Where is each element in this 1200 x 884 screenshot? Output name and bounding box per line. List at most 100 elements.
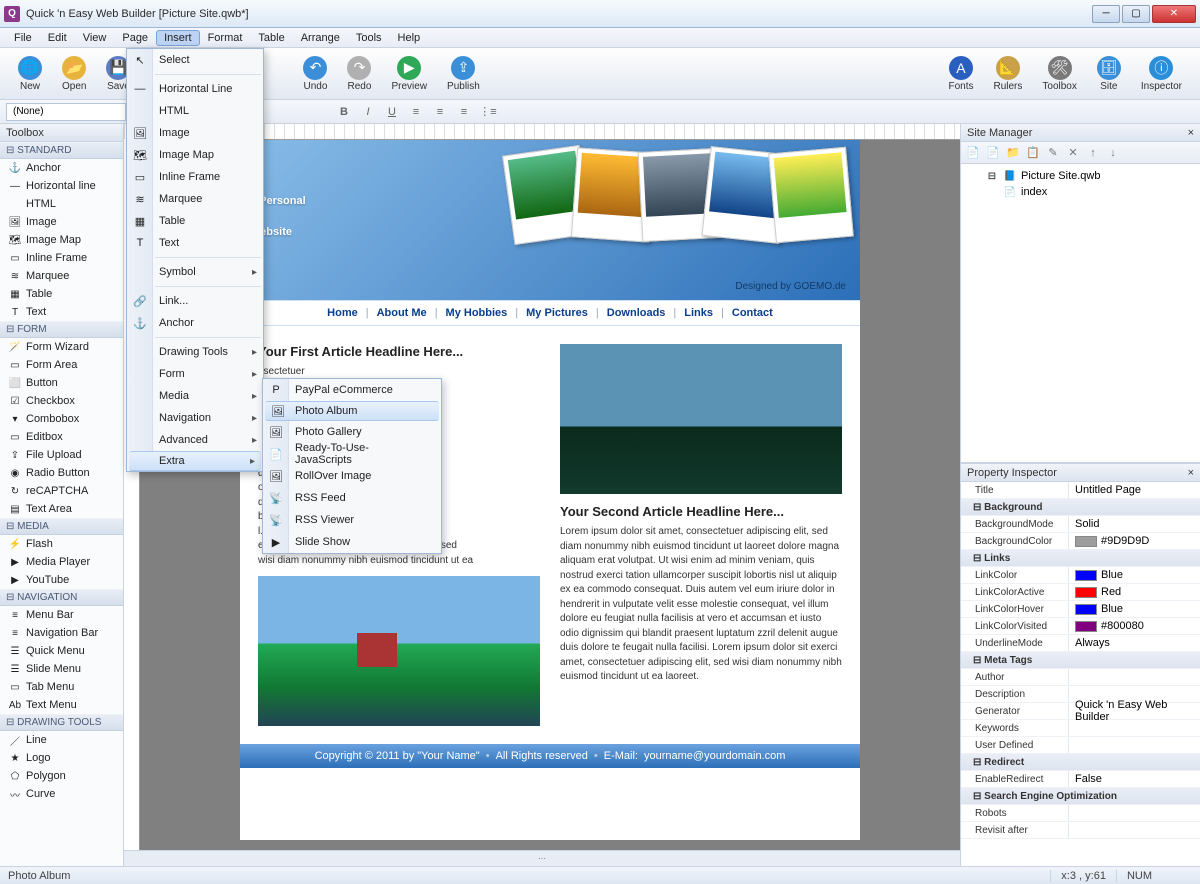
extra-menu-slide-show[interactable]: ▶Slide Show — [263, 531, 441, 553]
insert-menu-dropdown[interactable]: ↖Select—Horizontal LineHTML🖼Image🗺Image … — [126, 48, 264, 472]
prop-author[interactable]: Author — [961, 669, 1200, 686]
toolbox-item-line[interactable]: ／Line — [0, 731, 123, 749]
prop-user defined[interactable]: User Defined — [961, 737, 1200, 754]
insert-menu-media[interactable]: Media — [127, 385, 263, 407]
toolbar-undo[interactable]: ↶Undo — [295, 54, 335, 94]
toolbar-rulers[interactable]: 📐Rulers — [985, 54, 1030, 94]
folder-icon[interactable]: 📁 — [1005, 145, 1021, 161]
toolbox-item-form-wizard[interactable]: 🪄Form Wizard — [0, 338, 123, 356]
menu-page[interactable]: Page — [114, 30, 156, 46]
maximize-button[interactable]: ▢ — [1122, 5, 1150, 23]
extra-menu-paypal-ecommerce[interactable]: PPayPal eCommerce — [263, 379, 441, 401]
prop-category-links[interactable]: ⊟ Links — [961, 550, 1200, 567]
toolbox-item-marquee[interactable]: ≋Marquee — [0, 267, 123, 285]
toolbox-item-navigation-bar[interactable]: ≡Navigation Bar — [0, 624, 123, 642]
new-page-icon[interactable]: 📄 — [965, 145, 981, 161]
prop-linkcoloractive[interactable]: LinkColorActiveRed — [961, 584, 1200, 601]
horizontal-scrollbar[interactable]: ⋯ — [124, 850, 960, 866]
style-combo[interactable]: (None) — [6, 103, 126, 121]
panel-close-icon[interactable]: × — [1188, 127, 1194, 139]
insert-menu-link---[interactable]: 🔗Link... — [127, 290, 263, 312]
prop-category-search-engine-optimization[interactable]: ⊟ Search Engine Optimization — [961, 788, 1200, 805]
nav-home[interactable]: Home — [327, 307, 358, 319]
insert-menu-anchor[interactable]: ⚓Anchor — [127, 312, 263, 334]
menu-insert[interactable]: Insert — [156, 30, 200, 46]
toolbar-site[interactable]: 🗄Site — [1089, 54, 1129, 94]
toolbox-item-editbox[interactable]: ▭Editbox — [0, 428, 123, 446]
align-center-button[interactable]: ≡ — [430, 103, 450, 121]
toolbox-item-image[interactable]: 🖼Image — [0, 213, 123, 231]
up-icon[interactable]: ↑ — [1085, 145, 1101, 161]
extra-menu-rss-feed[interactable]: 📡RSS Feed — [263, 487, 441, 509]
prop-robots[interactable]: Robots — [961, 805, 1200, 822]
toolbox-item-anchor[interactable]: ⚓Anchor — [0, 159, 123, 177]
toolbox-item-horizontal-line[interactable]: —Horizontal line — [0, 177, 123, 195]
toolbox-item-logo[interactable]: ★Logo — [0, 749, 123, 767]
toolbar-open[interactable]: 📂Open — [54, 54, 94, 94]
toolbox-group-media[interactable]: ⊟ MEDIA — [0, 518, 123, 535]
insert-menu-drawing-tools[interactable]: Drawing Tools — [127, 341, 263, 363]
menu-file[interactable]: File — [6, 30, 40, 46]
toolbox-item-tab-menu[interactable]: ▭Tab Menu — [0, 678, 123, 696]
toolbar-inspector[interactable]: ⓘInspector — [1133, 54, 1190, 94]
toolbox-item-file-upload[interactable]: ⇪File Upload — [0, 446, 123, 464]
toolbox-item-quick-menu[interactable]: ☰Quick Menu — [0, 642, 123, 660]
insert-menu-select[interactable]: ↖Select — [127, 49, 263, 71]
minus-icon[interactable]: ⊟ — [985, 169, 999, 183]
prop-category-redirect[interactable]: ⊟ Redirect — [961, 754, 1200, 771]
menu-help[interactable]: Help — [390, 30, 429, 46]
tree-page[interactable]: 📄 index — [967, 184, 1194, 200]
prop-generator[interactable]: GeneratorQuick 'n Easy Web Builder — [961, 703, 1200, 720]
italic-button[interactable]: I — [358, 103, 378, 121]
extra-menu-photo-gallery[interactable]: 🖼Photo Gallery — [263, 421, 441, 443]
prop-category-meta-tags[interactable]: ⊟ Meta Tags — [961, 652, 1200, 669]
toolbox-item-form-area[interactable]: ▭Form Area — [0, 356, 123, 374]
toolbox-item-youtube[interactable]: ▶YouTube — [0, 571, 123, 589]
insert-extra-submenu[interactable]: PPayPal eCommerce🖼Photo Album🖼Photo Gall… — [262, 378, 442, 554]
tree-root[interactable]: ⊟ 📘 Picture Site.qwb — [967, 168, 1194, 184]
clone-page-icon[interactable]: 📄 — [985, 145, 1001, 161]
prop-linkcolor[interactable]: LinkColorBlue — [961, 567, 1200, 584]
toolbox-item-recaptcha[interactable]: ↻reCAPTCHA — [0, 482, 123, 500]
toolbox-item-slide-menu[interactable]: ☰Slide Menu — [0, 660, 123, 678]
list-button[interactable]: ⋮≡ — [478, 103, 498, 121]
nav-contact[interactable]: Contact — [732, 307, 773, 319]
toolbox-item-menu-bar[interactable]: ≡Menu Bar — [0, 606, 123, 624]
toolbar-preview[interactable]: ▶Preview — [383, 54, 435, 94]
edit-icon[interactable]: ✎ — [1045, 145, 1061, 161]
insert-menu-advanced[interactable]: Advanced — [127, 429, 263, 451]
prop-backgroundmode[interactable]: BackgroundModeSolid — [961, 516, 1200, 533]
insert-menu-text[interactable]: TText — [127, 232, 263, 254]
nav-downloads[interactable]: Downloads — [607, 307, 666, 319]
toolbox-group-standard[interactable]: ⊟ STANDARD — [0, 142, 123, 159]
toolbox-item-polygon[interactable]: ⬠Polygon — [0, 767, 123, 785]
insert-menu-symbol[interactable]: Symbol — [127, 261, 263, 283]
nav-about-me[interactable]: About Me — [377, 307, 427, 319]
minimize-button[interactable]: ─ — [1092, 5, 1120, 23]
down-icon[interactable]: ↓ — [1105, 145, 1121, 161]
toolbox-group-navigation[interactable]: ⊟ NAVIGATION — [0, 589, 123, 606]
extra-menu-rollover-image[interactable]: 🖼RollOver Image — [263, 465, 441, 487]
underline-button[interactable]: U — [382, 103, 402, 121]
toolbox-item-text-menu[interactable]: AbText Menu — [0, 696, 123, 714]
toolbox-group-form[interactable]: ⊟ FORM — [0, 321, 123, 338]
menu-arrange[interactable]: Arrange — [293, 30, 348, 46]
nav-links[interactable]: Links — [684, 307, 713, 319]
extra-menu-photo-album[interactable]: 🖼Photo Album — [265, 401, 439, 421]
align-right-button[interactable]: ≡ — [454, 103, 474, 121]
nav-my-pictures[interactable]: My Pictures — [526, 307, 588, 319]
toolbox-item-flash[interactable]: ⚡Flash — [0, 535, 123, 553]
insert-menu-html[interactable]: HTML — [127, 100, 263, 122]
toolbox-item-radio-button[interactable]: ◉Radio Button — [0, 464, 123, 482]
insert-menu-image-map[interactable]: 🗺Image Map — [127, 144, 263, 166]
prop-linkcolorhover[interactable]: LinkColorHoverBlue — [961, 601, 1200, 618]
toolbox-item-html[interactable]: HTML — [0, 195, 123, 213]
menu-tools[interactable]: Tools — [348, 30, 390, 46]
copy-icon[interactable]: 📋 — [1025, 145, 1041, 161]
prop-category-background[interactable]: ⊟ Background — [961, 499, 1200, 516]
extra-menu-ready-to-use-javascripts[interactable]: 📄Ready-To-Use-JavaScripts — [263, 443, 441, 465]
toolbox-item-media-player[interactable]: ▶Media Player — [0, 553, 123, 571]
toolbar-fonts[interactable]: AFonts — [940, 54, 981, 94]
toolbar-redo[interactable]: ↷Redo — [339, 54, 379, 94]
prop-underlinemode[interactable]: UnderlineModeAlways — [961, 635, 1200, 652]
